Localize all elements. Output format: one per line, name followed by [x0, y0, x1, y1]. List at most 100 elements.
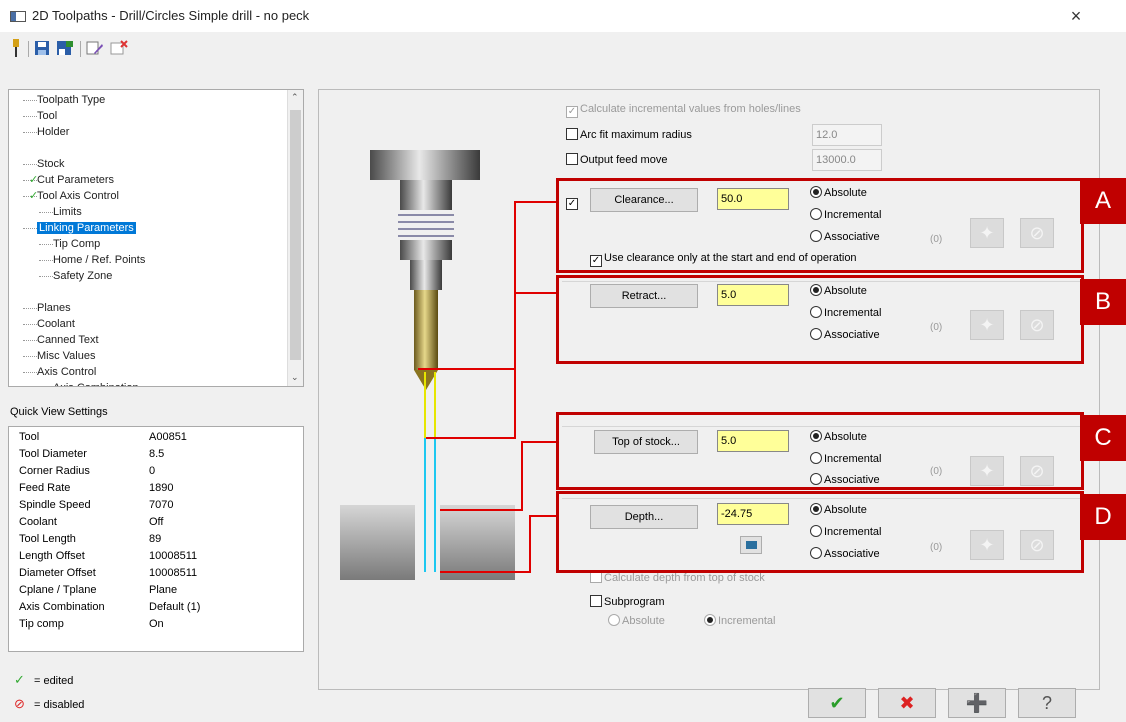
- parameter-tree[interactable]: Toolpath Type Tool Holder Stock ✓ Cut Paramet…: [8, 89, 304, 387]
- title-bar: 2D Toolpaths - Drill/Circles Simple dril…: [0, 0, 1126, 32]
- legend-disabled-label: = disabled: [33, 699, 85, 711]
- tree-connector: [23, 340, 37, 341]
- quick-view-key: Length Offset: [19, 550, 85, 562]
- quick-view-key: Tool Length: [19, 533, 76, 545]
- window-title: 2D Toolpaths - Drill/Circles Simple dril…: [32, 8, 310, 23]
- tree-item[interactable]: Tip Comp: [53, 238, 100, 250]
- quick-view-key: Axis Combination: [19, 601, 105, 613]
- tree-connector: [39, 276, 53, 277]
- tree-scrollbar[interactable]: ⌃ ⌄: [287, 90, 303, 386]
- annotation-box-b: [556, 275, 1084, 364]
- quick-view-key: Corner Radius: [19, 465, 90, 477]
- add-button[interactable]: ➕: [948, 688, 1006, 718]
- tree-item[interactable]: Toolpath Type: [37, 94, 105, 106]
- toolbar: [0, 32, 1126, 64]
- subprogram-absolute-radio[interactable]: Absolute: [608, 614, 665, 627]
- toolbar-divider: [28, 41, 29, 57]
- annotation-label-a: A: [1080, 178, 1126, 224]
- tree-connector: [39, 244, 53, 245]
- arc-fit-radius-input[interactable]: 12.0: [812, 124, 882, 146]
- tree-item[interactable]: Stock: [37, 158, 65, 170]
- quick-view-value: 10008511: [149, 550, 198, 562]
- close-button[interactable]: ×: [1064, 4, 1088, 28]
- quick-view-label: Quick View Settings: [10, 406, 108, 418]
- checkmark-icon: ✔: [829, 693, 845, 713]
- help-button[interactable]: ?: [1018, 688, 1076, 718]
- quick-view-key: Tip comp: [19, 618, 64, 630]
- quick-view-value: A00851: [149, 431, 187, 443]
- legend-edited-label: = edited: [33, 675, 74, 687]
- tree-connector: [23, 308, 37, 309]
- annotation-box-a: [556, 178, 1084, 273]
- save-icon[interactable]: [34, 39, 50, 57]
- quick-view-value: 7070: [149, 499, 174, 511]
- delete-icon[interactable]: [110, 39, 128, 57]
- arc-fit-checkbox[interactable]: Arc fit maximum radius: [566, 128, 692, 141]
- annotation-label-c: C: [1080, 415, 1126, 461]
- tree-item[interactable]: Safety Zone: [53, 270, 112, 282]
- quick-view-key: Cplane / Tplane: [19, 584, 97, 596]
- disabled-icon: ⊘: [14, 696, 25, 711]
- subprogram-checkbox[interactable]: Subprogram: [590, 595, 665, 608]
- help-icon: ?: [1041, 693, 1052, 713]
- quick-view-value: Plane: [149, 584, 178, 596]
- tree-connector: [23, 132, 37, 133]
- quick-view-key: Tool: [19, 431, 40, 443]
- quick-view-panel: Tool A00851 Tool Diameter 8.5 Corner Radius 0…: [8, 426, 304, 652]
- drill-diagram: [340, 150, 558, 580]
- tree-item[interactable]: Limits: [53, 206, 82, 218]
- quick-view-value: Default (1): [149, 601, 201, 613]
- quick-view-key: Spindle Speed: [19, 499, 91, 511]
- quick-view-value: 89: [149, 533, 162, 545]
- tree-connector: [39, 260, 53, 261]
- tree-item[interactable]: Axis Combination: [53, 382, 139, 386]
- tree-item[interactable]: Axis Control: [37, 366, 96, 378]
- tree-connector: [23, 356, 37, 357]
- tree-connector: [23, 372, 37, 373]
- tree-connector: [39, 212, 53, 213]
- quick-view-value: 1890: [149, 482, 174, 494]
- toolbar-divider: [80, 41, 81, 57]
- tree-item[interactable]: Cut Parameters: [37, 174, 114, 186]
- tree-item[interactable]: Tool Axis Control: [37, 190, 119, 202]
- tree-connector: [23, 228, 37, 229]
- quick-view-value: 10008511: [149, 567, 198, 579]
- tree-item[interactable]: Planes: [37, 302, 71, 314]
- subprogram-incremental-radio[interactable]: Incremental: [704, 614, 775, 627]
- quick-view-key: Tool Diameter: [19, 448, 87, 460]
- close-icon: ✖: [899, 693, 915, 713]
- tree-item[interactable]: Linking Parameters: [37, 222, 136, 234]
- tool-icon[interactable]: [10, 39, 22, 57]
- calc-incremental-checkbox[interactable]: ✓ Calculate incremental values from holes…: [566, 103, 801, 118]
- tree-connector: [23, 100, 37, 101]
- annotation-label-b: B: [1080, 279, 1126, 325]
- annotation-label-d: D: [1080, 494, 1126, 540]
- tree-item[interactable]: Tool: [37, 110, 57, 122]
- save-all-icon[interactable]: [56, 39, 74, 57]
- tree-item[interactable]: Misc Values: [37, 350, 95, 362]
- quick-view-value: Off: [149, 516, 164, 528]
- tree-connector: [23, 324, 37, 325]
- annotation-box-c: [556, 412, 1084, 490]
- annotation-box-d: [556, 491, 1084, 573]
- legend-edited: ✓ = edited: [14, 672, 73, 688]
- legend-disabled: ⊘ = disabled: [14, 696, 84, 712]
- scroll-thumb[interactable]: [290, 110, 301, 360]
- tree-connector: [23, 116, 37, 117]
- quick-view-key: Coolant: [19, 516, 57, 528]
- tree-item[interactable]: Home / Ref. Points: [53, 254, 145, 266]
- output-feed-input[interactable]: 13000.0: [812, 149, 882, 171]
- quick-view-value: 8.5: [149, 448, 165, 460]
- tree-item[interactable]: Canned Text: [37, 334, 99, 346]
- edit-icon[interactable]: [86, 39, 104, 57]
- quick-view-value: 0: [149, 465, 156, 477]
- tree-item[interactable]: Holder: [37, 126, 69, 138]
- tree-connector: [23, 164, 37, 165]
- tree-item[interactable]: Coolant: [37, 318, 75, 330]
- plus-circle-icon: ➕: [965, 693, 989, 713]
- ok-button[interactable]: ✔: [808, 688, 866, 718]
- cancel-button[interactable]: ✖: [878, 688, 936, 718]
- quick-view-key: Diameter Offset: [19, 567, 96, 579]
- output-feed-checkbox[interactable]: Output feed move: [566, 153, 667, 166]
- checkmark-icon: ✓: [14, 672, 25, 687]
